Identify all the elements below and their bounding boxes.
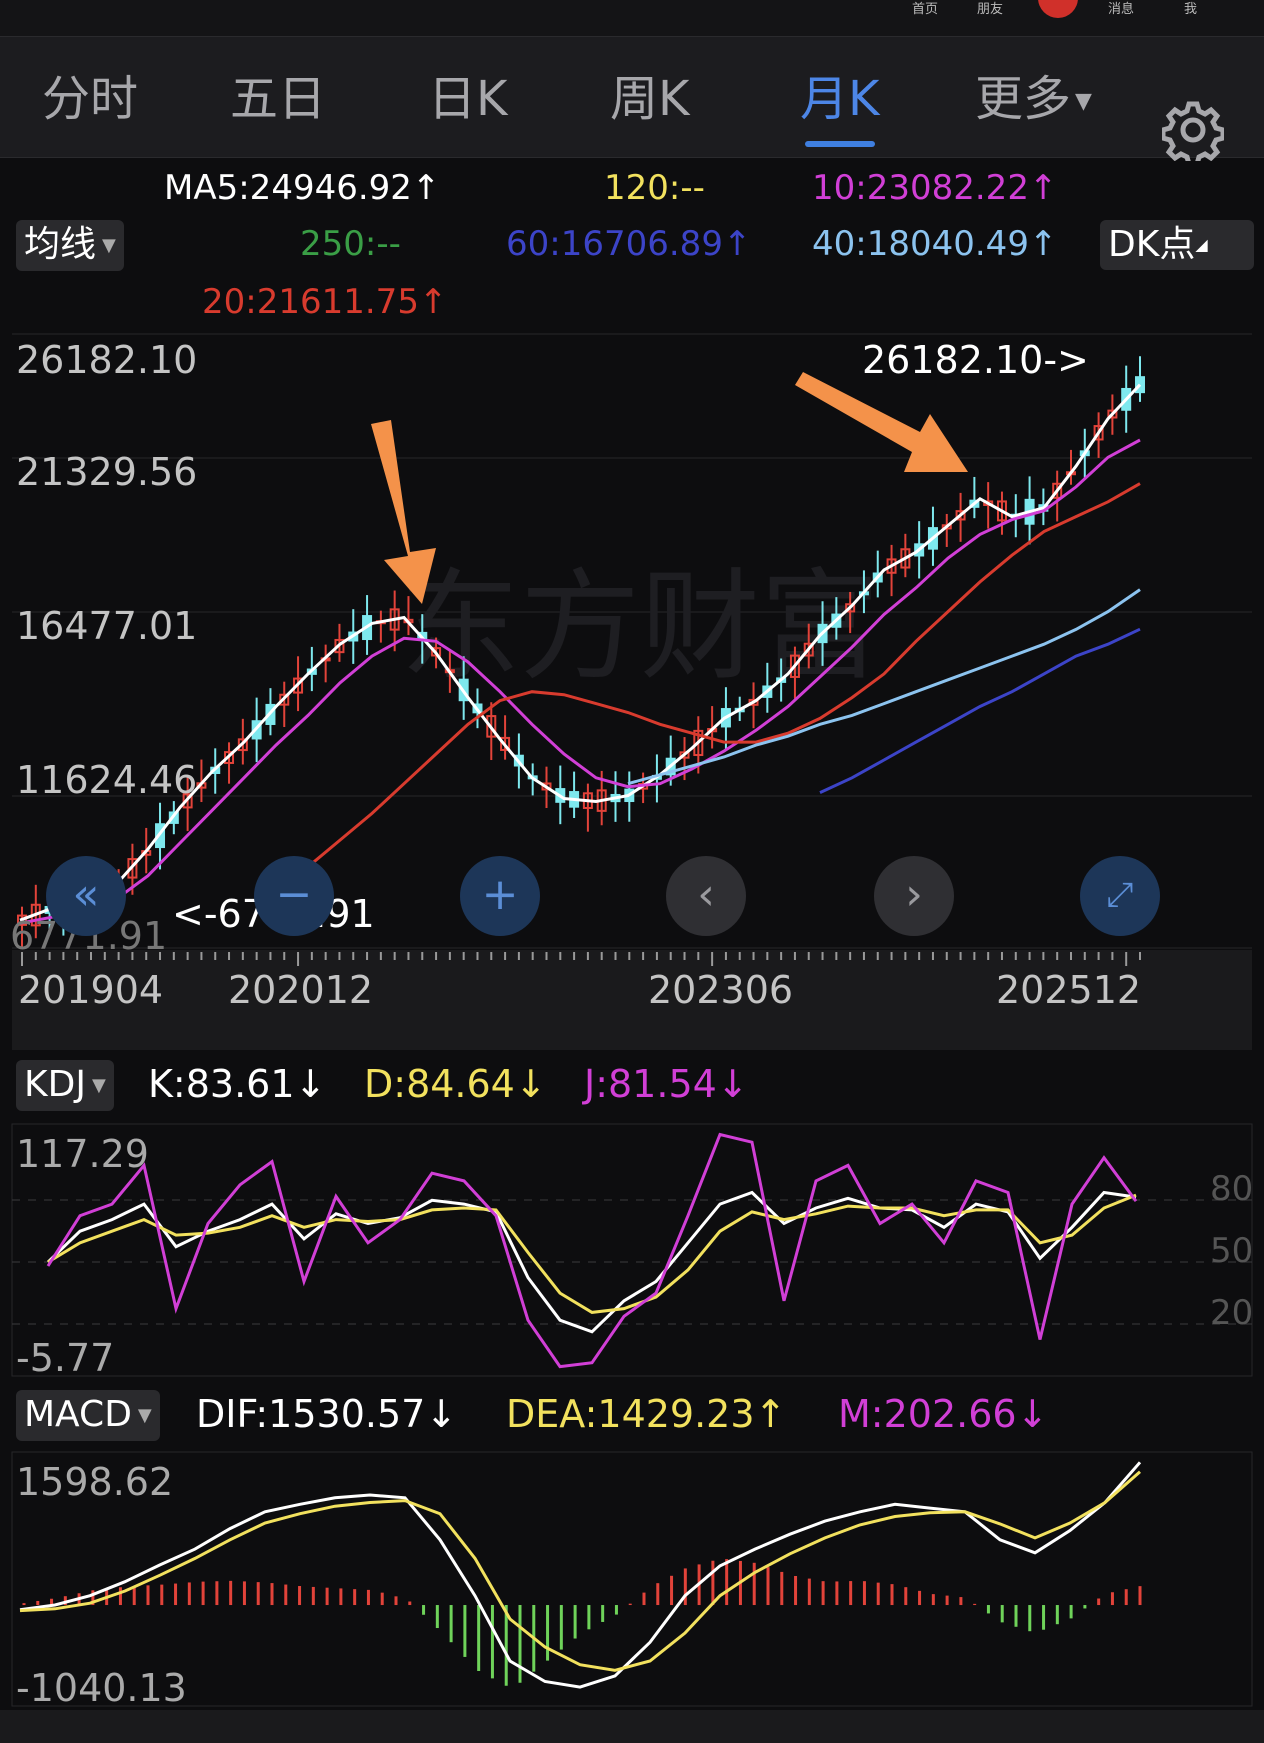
scroll-left-fast-button[interactable]: « [46,856,126,936]
kdj-d-value: D:84.64↓ [364,1062,547,1106]
date-axis-label: 201904 [18,968,164,1012]
macd-dif-value: DIF:1530.57↓ [196,1392,458,1436]
new-badge [1038,0,1078,18]
top-status-bar: 首页 朋友 消息 我 [0,0,1264,36]
macd-line-dea [19,1470,1141,1672]
nav-home[interactable]: 首页 [912,0,938,17]
macd-selector-label: MACD [24,1394,132,1435]
active-tab-indicator [805,141,875,147]
macd-m-value: M:202.66↓ [838,1392,1049,1436]
tab-five-day[interactable]: 五日 [230,71,326,127]
macd-axis-top: 1598.62 [16,1460,174,1504]
tab-monthly-k[interactable]: 月K [800,71,879,127]
kdj-axis-top: 117.29 [16,1132,149,1176]
ma40-value: 40:18040.49↑ [812,224,1058,264]
chevron-down-icon: ▼ [137,1405,152,1426]
date-axis-label: 202512 [996,968,1142,1012]
price-axis-label: 11624.46 [16,758,198,802]
macd-selector[interactable]: MACD ▼ [16,1390,160,1441]
ma5-value: MA5:24946.92↑ [164,168,441,208]
dk-point-button[interactable]: DK点◢ [1100,220,1254,270]
kdj-level: 20 [1210,1293,1253,1333]
kdj-j-value: J:81.54↓ [584,1062,749,1106]
annotation-arrow-right [795,372,968,472]
ma-selector[interactable]: 均线 ▼ [16,220,124,271]
corner-triangle-icon: ◢ [1195,235,1208,254]
bottom-bar [0,1710,1264,1743]
date-axis-label: 202012 [228,968,374,1012]
fullscreen-button[interactable]: ⤢ [1080,856,1160,936]
ma60-value: 60:16706.89↑ [506,224,752,264]
ma250-value: 250:-- [300,224,401,264]
kdj-k-value: K:83.61↓ [148,1062,327,1106]
period-tabs: 分时 五日 日K 周K 月K 更多 ▼ [0,36,1264,161]
high-price-marker: 26182.10-> [862,338,1089,382]
scroll-right-button[interactable]: › [874,856,954,936]
tab-weekly-k[interactable]: 周K [610,71,689,127]
nav-friends[interactable]: 朋友 [977,0,1003,17]
macd-chart[interactable] [0,1448,1264,1710]
macd-line-dif [19,1461,1142,1689]
zoom-out-button[interactable]: − [254,856,334,936]
price-axis-label: 26182.10 [16,338,198,382]
kdj-selector[interactable]: KDJ ▼ [16,1060,114,1111]
tab-intraday[interactable]: 分时 [42,71,138,127]
ma10-value: 10:23082.22↑ [812,168,1058,208]
kdj-level: 50 [1210,1231,1253,1271]
scroll-left-button[interactable]: ‹ [666,856,746,936]
kdj-chart[interactable]: 80 50 20 [0,1120,1264,1380]
date-axis-label: 202306 [648,968,794,1012]
dk-point-label: DK点 [1108,224,1196,265]
candlestick-chart[interactable]: 东方财富 [0,330,1264,1050]
zoom-in-button[interactable]: + [460,856,540,936]
ma20-value: 20:21611.75↑ [202,282,448,322]
tab-more-label: 更多 [975,71,1072,127]
macd-dea-value: DEA:1429.23↑ [506,1392,787,1436]
kdj-line-d [47,1193,1137,1314]
nav-me[interactable]: 我 [1184,0,1197,17]
kdj-axis-bottom: -5.77 [16,1336,115,1380]
kdj-selector-label: KDJ [24,1064,86,1105]
tab-more[interactable]: 更多 ▼ [975,71,1092,130]
price-axis-label: 16477.01 [16,604,198,648]
tab-daily-k[interactable]: 日K [428,71,507,127]
kdj-level: 80 [1210,1169,1253,1209]
candle-body [1135,376,1145,394]
nav-messages[interactable]: 消息 [1108,0,1134,17]
chevron-down-icon: ▼ [102,235,116,256]
chevron-down-icon: ▼ [1075,89,1092,114]
price-axis-label: 21329.56 [16,450,198,494]
macd-axis-bottom: -1040.13 [16,1666,187,1710]
ma-selector-label: 均线 [24,224,97,265]
ma120-value: 120:-- [604,168,705,208]
chevron-down-icon: ▼ [91,1075,106,1096]
gear-icon[interactable] [1162,99,1224,161]
annotation-arrow-left [371,420,436,604]
